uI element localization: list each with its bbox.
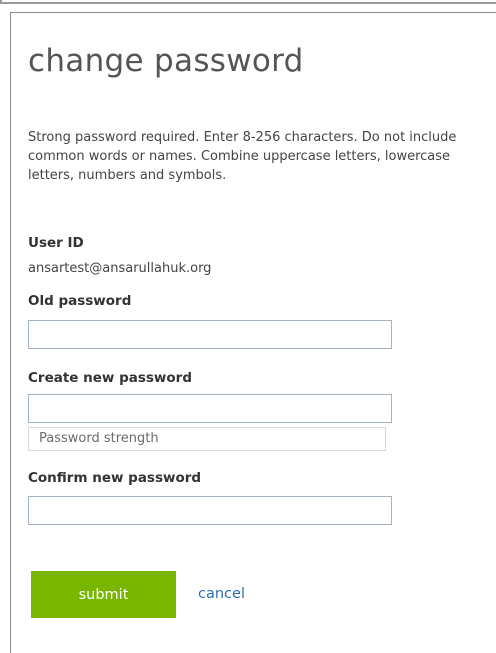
confirm-password-input[interactable]	[28, 496, 392, 525]
old-password-label: Old password	[28, 293, 132, 309]
user-id-label: User ID	[28, 235, 84, 251]
password-strength-label: Password strength	[39, 431, 159, 446]
change-password-panel: change password Strong password required…	[10, 12, 496, 653]
window-top-border-edge	[0, 0, 6, 4]
new-password-input[interactable]	[28, 394, 392, 423]
old-password-input[interactable]	[28, 320, 392, 349]
password-requirements-text: Strong password required. Enter 8-256 ch…	[28, 130, 457, 183]
password-strength-meter: Password strength	[28, 427, 386, 451]
submit-button[interactable]: submit	[31, 571, 176, 618]
new-password-label: Create new password	[28, 370, 192, 386]
page-title: change password	[28, 43, 304, 79]
cancel-link[interactable]: cancel	[198, 586, 245, 602]
window-top-border	[0, 0, 496, 4]
confirm-password-label: Confirm new password	[28, 470, 202, 486]
user-id-value: ansartest@ansarullahuk.org	[28, 261, 212, 276]
